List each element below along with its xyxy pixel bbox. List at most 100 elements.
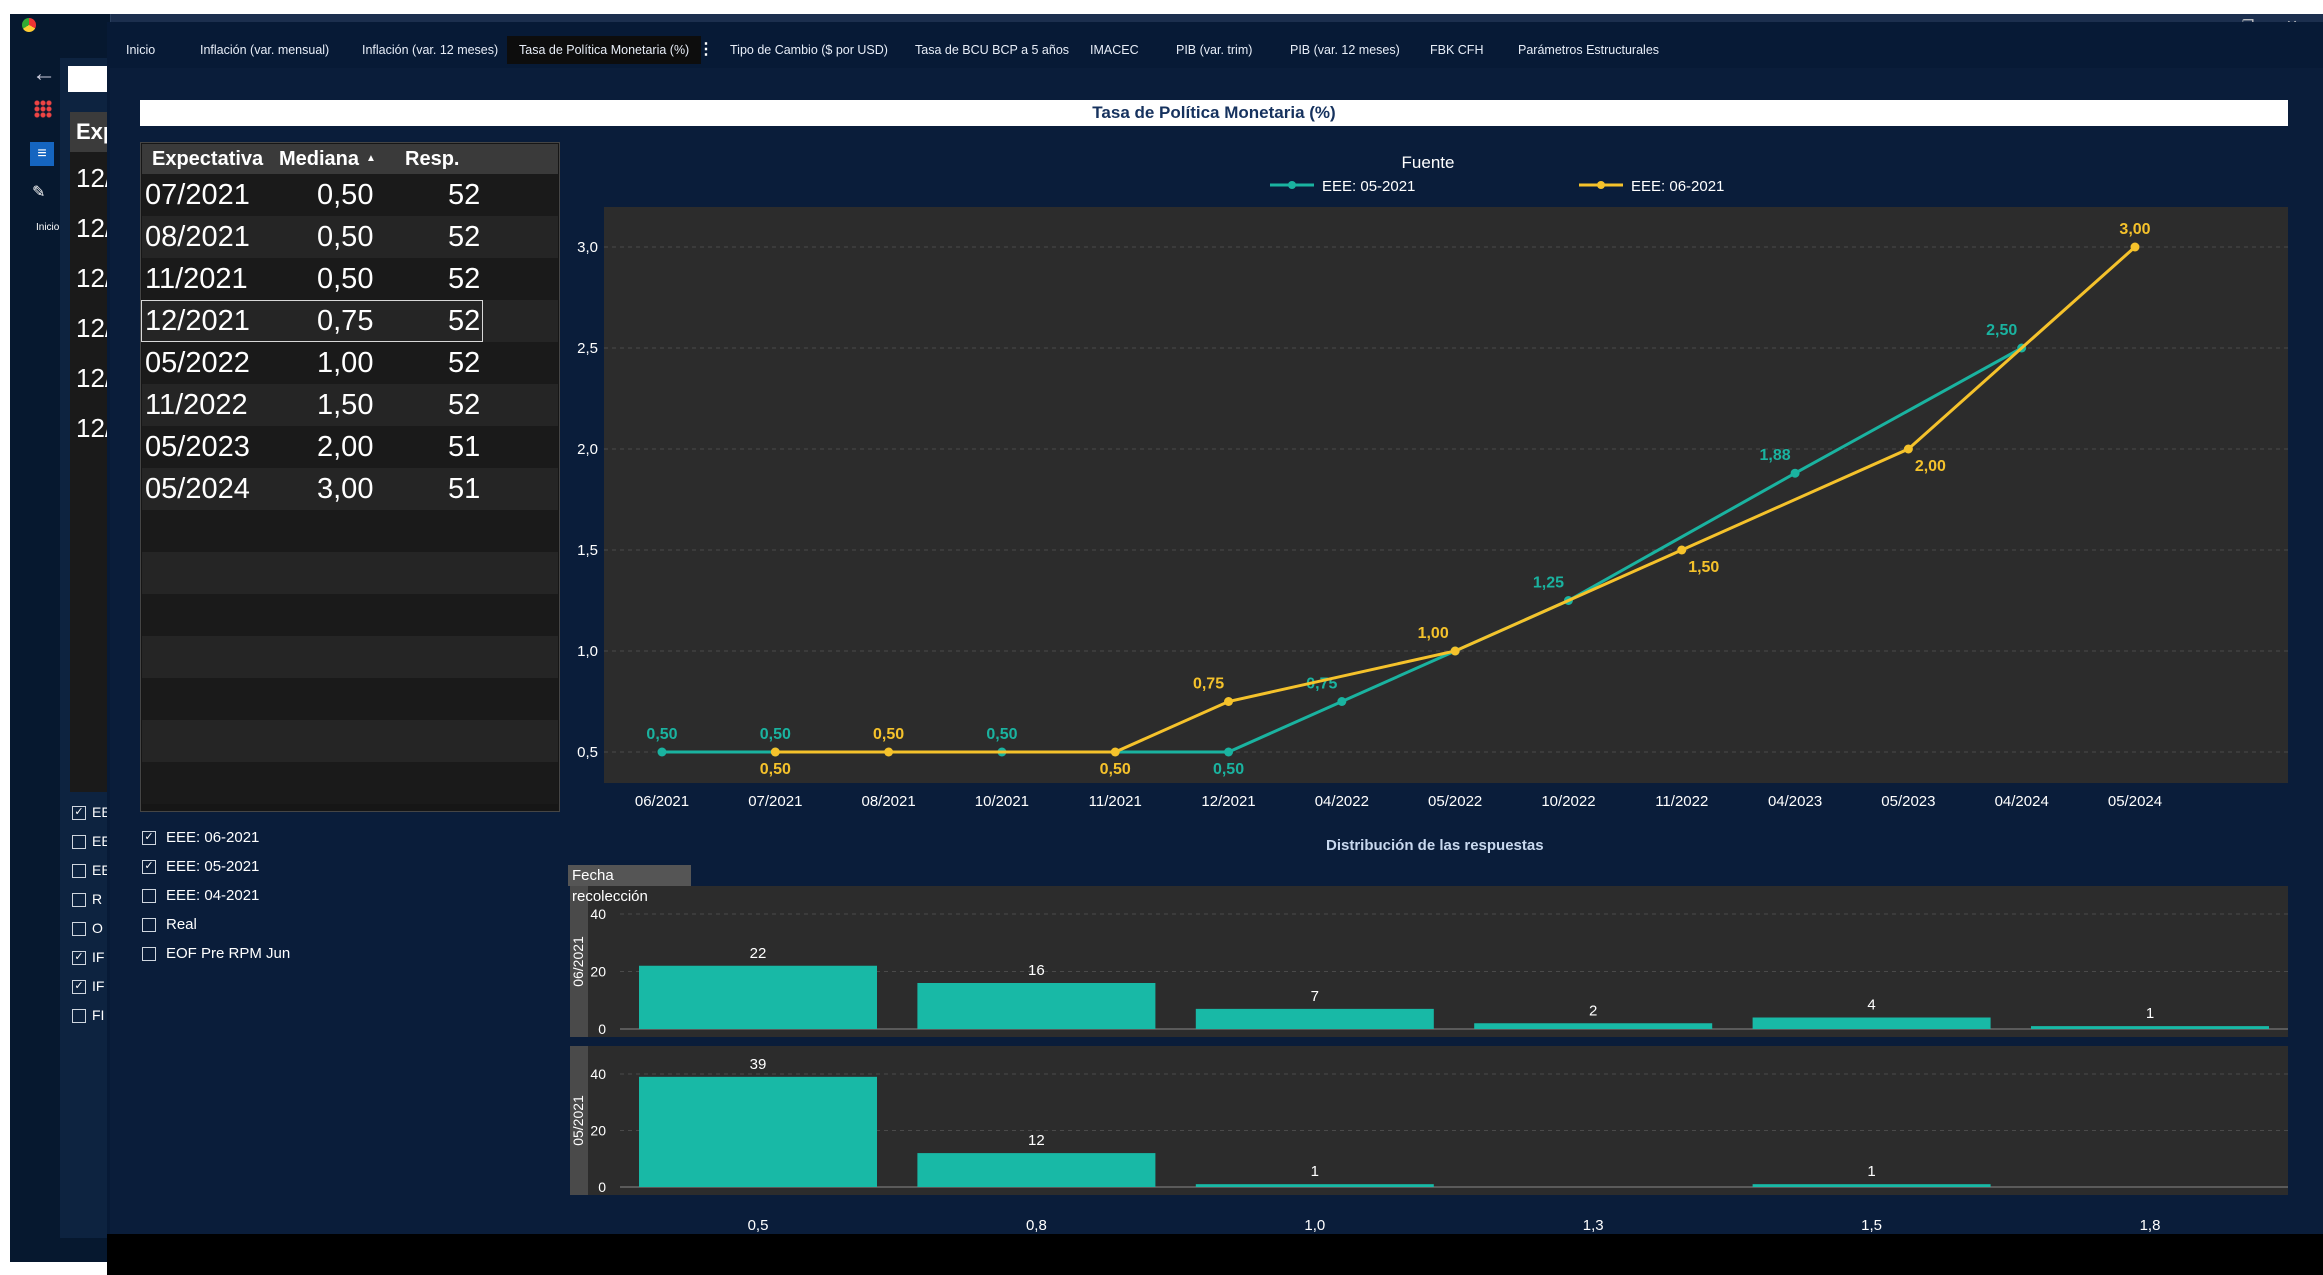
ghost-tab[interactable]: Inicio [36,222,59,233]
tab-6[interactable]: IMACEC [1090,36,1139,64]
cell-expectativa: 07/2021 [145,179,250,211]
page-title: Tasa de Política Monetaria (%) [140,100,2288,126]
x-tick-label: 10/2022 [1541,793,1595,810]
tab-3[interactable]: Tasa de Política Monetaria (%) [507,36,702,64]
col-header-expectativa[interactable]: Expectativa [152,144,263,174]
tab-more-icon[interactable]: ⋮ [698,36,714,64]
data-point [770,747,780,757]
browser-logo-icon [22,18,36,32]
background-checkbox: ✓ [72,951,86,965]
y-tick-label: 20 [590,1123,606,1139]
legend-title: Fuente [1402,153,1455,172]
y-tick-label: 20 [590,964,606,980]
bar-value-label: 22 [750,945,767,962]
filter-checkbox[interactable] [142,889,156,903]
table-row [142,636,558,678]
edit-icon[interactable]: ✎ [32,182,45,202]
background-checkbox-label: O [92,920,103,936]
data-point [1903,444,1913,454]
panel-label: 05/2021 [570,1095,586,1146]
x-tick-label: 12/2021 [1201,793,1255,810]
legend-marker [1597,181,1605,189]
tab-10[interactable]: Parámetros Estructurales [1518,36,1659,64]
y-tick-label: 2,0 [577,441,598,458]
filter-label: EOF Pre RPM Jun [166,945,291,962]
data-label: 0,50 [986,726,1017,743]
filter-checkbox[interactable]: ✓ [142,831,156,845]
background-checkbox [72,864,86,878]
tab-8[interactable]: PIB (var. 12 meses) [1290,36,1400,64]
bar-value-label: 16 [1028,962,1045,979]
table-row [142,510,558,552]
tab-4[interactable]: Tipo de Cambio ($ por USD) [730,36,888,64]
cell-resp: 51 [448,473,481,505]
col-header-mediana[interactable]: Mediana [279,144,359,174]
table-row [142,678,558,720]
y-tick-label: 3,0 [577,239,598,256]
back-arrow-icon[interactable]: ← [32,60,56,88]
table-row [142,594,558,636]
filter-label: Real [166,916,197,933]
selected-row-outline [141,300,483,342]
filter-checkbox[interactable] [142,918,156,932]
policy-rate-line-chart: 0,5 1,0 1,5 2,0 2,5 3,0 06/2021 07/2021 08/2021 1… [577,153,2288,810]
bar-value-label: 1 [2146,1005,2154,1022]
distribution-title: Distribución de las respuestas [1326,837,1544,854]
apps-grid-icon[interactable] [34,100,52,118]
bar-value-label: 1 [1867,1163,1875,1180]
data-label: 0,50 [760,726,791,743]
x-tick-label: 1,8 [2140,1217,2161,1234]
data-label: 0,50 [760,761,791,778]
cell-expectativa: 05/2023 [145,431,250,463]
data-label: 1,00 [1418,625,1449,642]
background-checkbox: ✓ [72,806,86,820]
sort-ascending-icon[interactable]: ▲ [366,153,376,164]
bar-value-label: 12 [1028,1132,1045,1149]
x-tick-label: 06/2021 [635,793,689,810]
background-checkbox [72,835,86,849]
data-point [2130,242,2140,252]
menu-icon[interactable]: ≡ [30,142,54,166]
bar [1752,1184,1991,1187]
data-label: 1,50 [1688,559,1719,576]
background-checkbox [72,1009,86,1023]
background-checkbox-label: IF [92,978,105,994]
x-tick-label: 1,3 [1583,1217,1604,1234]
y-tick-label: 2,5 [577,340,598,357]
data-label: 0,50 [873,726,904,743]
y-tick-label: 1,5 [577,542,598,559]
cell-resp: 52 [448,347,481,379]
y-tick-label: 1,0 [577,643,598,660]
cell-resp: 52 [448,389,481,421]
tab-0[interactable]: Inicio [126,36,155,64]
distribution-bar-chart: 06/2021 0 20 40 22 16 7 2 4 1 05/2021 0 20 40 39 12 1 1 0,… [570,886,2288,1234]
x-tick-label: 1,0 [1304,1217,1325,1234]
filter-checkbox[interactable]: ✓ [142,860,156,874]
legend-label: EEE: 05-2021 [1322,178,1415,195]
col-header-resp[interactable]: Resp. [405,144,459,174]
bar [1752,1017,1991,1029]
data-label: 0,50 [1213,761,1244,778]
cell-mediana: 0,50 [317,179,374,211]
cell-resp: 52 [448,263,481,295]
x-tick-label: 07/2021 [748,793,802,810]
tab-2[interactable]: Inflación (var. 12 meses) [362,36,498,64]
data-label: 1,88 [1760,447,1791,464]
filter-label: EEE: 04-2021 [166,887,260,904]
data-label: 3,00 [2119,221,2150,238]
tab-5[interactable]: Tasa de BCU BCP a 5 años [915,36,1069,64]
x-tick-label: 04/2022 [1315,793,1369,810]
legend-label: EEE: 06-2021 [1631,178,1724,195]
tab-7[interactable]: PIB (var. trim) [1176,36,1252,64]
tab-1[interactable]: Inflación (var. mensual) [200,36,329,64]
data-point [1677,545,1687,555]
address-bar[interactable] [68,66,108,92]
x-tick-label: 05/2023 [1881,793,1935,810]
tab-9[interactable]: FBK CFH [1430,36,1483,64]
y-tick-label: 0 [598,1179,606,1195]
filter-checkbox[interactable] [142,947,156,961]
panel-label: 06/2021 [570,936,586,987]
x-tick-label: 04/2024 [1995,793,2049,810]
data-label: 0,50 [1100,761,1131,778]
data-point [1224,747,1234,757]
